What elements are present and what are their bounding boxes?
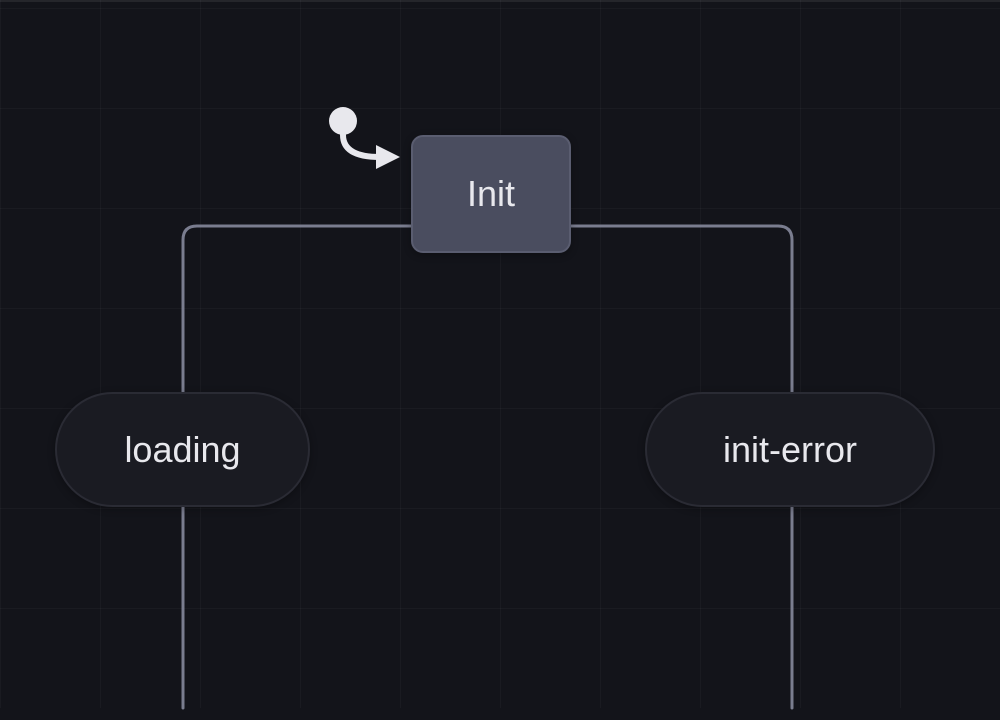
transition-node-loading[interactable]: loading — [55, 392, 310, 507]
diagram-canvas[interactable]: Init loading init-error — [0, 0, 1000, 708]
state-node-init[interactable]: Init — [411, 135, 571, 253]
transition-label: loading — [124, 429, 240, 471]
initial-state-marker-icon — [318, 105, 418, 185]
transition-label: init-error — [723, 429, 857, 471]
state-label: Init — [467, 173, 515, 215]
transition-node-init-error[interactable]: init-error — [645, 392, 935, 507]
